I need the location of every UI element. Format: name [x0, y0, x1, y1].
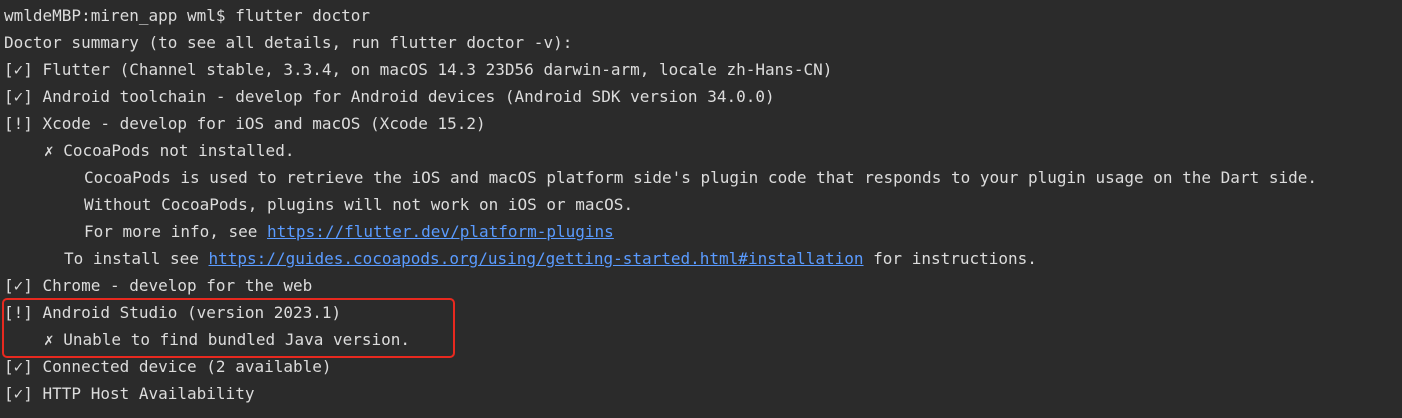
xcode-detail-line-2: Without CocoaPods, plugins will not work… — [84, 195, 634, 214]
xcode-cocoapods-error: ✗ CocoaPods not installed. — [44, 141, 295, 160]
check-http-host: [✓] HTTP Host Availability — [4, 384, 255, 403]
check-android-toolchain: [✓] Android toolchain - develop for Andr… — [4, 87, 775, 106]
xcode-detail-line-1: CocoaPods is used to retrieve the iOS an… — [84, 168, 1317, 187]
check-connected-device: [✓] Connected device (2 available) — [4, 357, 332, 376]
install-suffix: for instructions. — [863, 249, 1037, 268]
command-prompt-line: wmldeMBP:miren_app wml$ flutter doctor — [4, 6, 371, 25]
check-flutter: [✓] Flutter (Channel stable, 3.3.4, on m… — [4, 60, 833, 79]
android-studio-java-error: ✗ Unable to find bundled Java version. — [44, 330, 411, 349]
cocoapods-install-link[interactable]: https://guides.cocoapods.org/using/getti… — [209, 249, 864, 268]
terminal-output[interactable]: wmldeMBP:miren_app wml$ flutter doctor D… — [0, 0, 1402, 418]
xcode-install-line: To install see https://guides.cocoapods.… — [4, 245, 1402, 272]
platform-plugins-link[interactable]: https://flutter.dev/platform-plugins — [267, 222, 614, 241]
xcode-detail-line-3: For more info, see https://flutter.dev/p… — [4, 218, 1402, 245]
install-label: To install see — [64, 249, 209, 268]
check-android-studio: [!] Android Studio (version 2023.1) — [4, 303, 342, 322]
check-xcode: [!] Xcode - develop for iOS and macOS (X… — [4, 114, 486, 133]
check-chrome: [✓] Chrome - develop for the web — [4, 276, 313, 295]
more-info-label: For more info, see — [84, 222, 268, 241]
doctor-summary-line: Doctor summary (to see all details, run … — [4, 33, 573, 52]
